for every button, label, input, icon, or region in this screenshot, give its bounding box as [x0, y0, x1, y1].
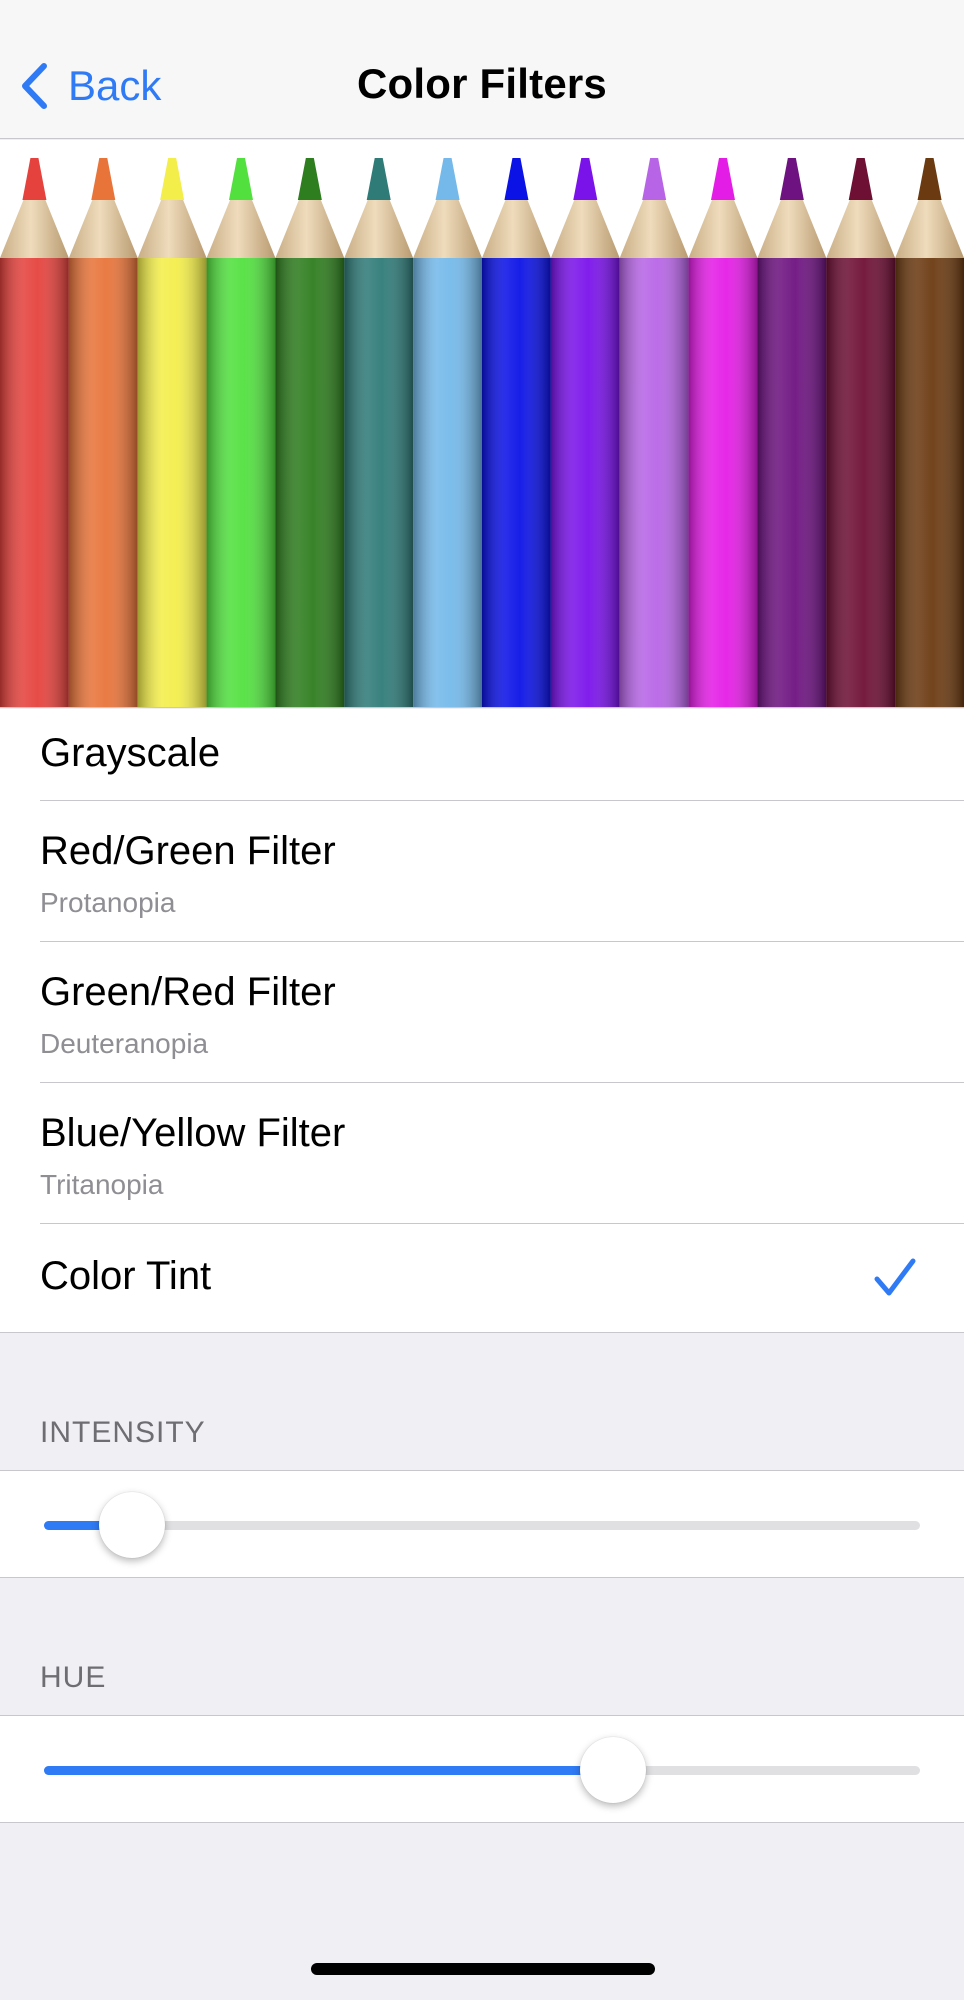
- filter-option-title: Green/Red Filter: [40, 970, 336, 1014]
- pencil: [550, 158, 620, 707]
- hue-slider-fill: [44, 1766, 614, 1775]
- filter-option-title: Grayscale: [40, 731, 221, 775]
- filter-option-row[interactable]: Green/Red Filter Deuteranopia: [0, 942, 964, 1083]
- navigation-bar: Back Color Filters: [0, 0, 964, 139]
- pencil: [826, 158, 896, 707]
- hue-slider-thumb[interactable]: [580, 1737, 647, 1803]
- hue-header: HUE: [40, 1661, 107, 1694]
- pencil: [413, 158, 482, 707]
- intensity-header: INTENSITY: [40, 1416, 206, 1449]
- intensity-slider-cell: [0, 1470, 964, 1578]
- pencil: [137, 158, 207, 707]
- intensity-slider-thumb[interactable]: [98, 1492, 165, 1558]
- pencil: [895, 158, 964, 707]
- home-indicator[interactable]: [311, 1963, 655, 1975]
- hue-slider-cell: [0, 1715, 964, 1823]
- checkmark-icon: [874, 1258, 916, 1296]
- colored-pencils-image: [0, 158, 964, 707]
- filter-option-subtitle: Deuteranopia: [40, 1028, 209, 1059]
- pencil: [757, 158, 827, 707]
- filter-option-row[interactable]: Color Tint: [0, 1224, 964, 1332]
- filter-option-title: Color Tint: [40, 1254, 212, 1298]
- filter-option-row[interactable]: Grayscale: [0, 709, 964, 801]
- filter-option-subtitle: Tritanopia: [40, 1169, 164, 1200]
- pencil: [68, 158, 138, 707]
- filter-option-row[interactable]: Red/Green Filter Protanopia: [0, 801, 964, 942]
- pencil: [482, 158, 551, 707]
- filter-option-title: Red/Green Filter: [40, 829, 336, 873]
- pencil: [344, 158, 414, 707]
- pencil: [275, 158, 345, 707]
- filter-option-row[interactable]: Blue/Yellow Filter Tritanopia: [0, 1083, 964, 1224]
- filter-option-subtitle: Protanopia: [40, 887, 176, 918]
- intensity-slider-track[interactable]: [44, 1521, 920, 1530]
- pencil: [688, 158, 758, 707]
- pencil: [619, 158, 689, 707]
- hue-slider-track[interactable]: [44, 1766, 920, 1775]
- pencil: [0, 158, 69, 707]
- page-title: Color Filters: [357, 60, 607, 107]
- filter-preview[interactable]: [0, 140, 964, 708]
- filter-list: Grayscale Red/Green Filter Protanopia Green…: [0, 709, 964, 1333]
- filter-option-title: Blue/Yellow Filter: [40, 1111, 346, 1155]
- pencil: [206, 158, 276, 707]
